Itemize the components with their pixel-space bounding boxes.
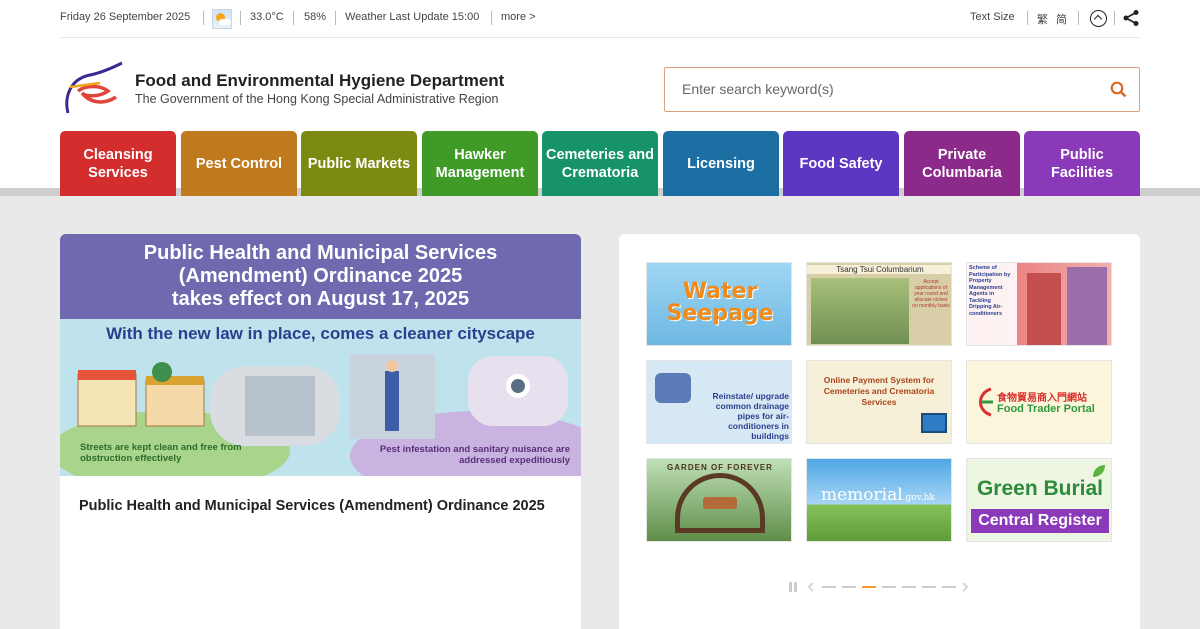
- laptop-icon: [921, 413, 947, 433]
- carousel-dot[interactable]: [822, 586, 836, 588]
- chevron-left-icon[interactable]: [807, 582, 815, 592]
- nav-private-columbaria[interactable]: Private Columbaria: [904, 131, 1020, 196]
- banner-headline-line: (Amendment) Ordinance 2025: [178, 265, 463, 287]
- tile-food-trader-en: Food Trader Portal: [997, 403, 1095, 415]
- carousel-dot[interactable]: [922, 586, 936, 588]
- tile-memorial-gov[interactable]: memorial.gov.hk: [806, 458, 952, 542]
- quick-links-card: Water Seepage Tsang Tsui Columbarium Acc…: [619, 234, 1140, 629]
- carousel-dot[interactable]: [902, 586, 916, 588]
- tile-central-register-text: Central Register: [971, 509, 1109, 533]
- search-box: [664, 67, 1140, 112]
- news-title-link[interactable]: Public Health and Municipal Services (Am…: [79, 496, 549, 517]
- tile-green-burial-register[interactable]: Green Burial Central Register: [966, 458, 1112, 542]
- tile-tsang-tsui-title: Tsang Tsui Columbarium: [807, 265, 951, 274]
- pause-icon[interactable]: [787, 582, 799, 592]
- carousel-dot[interactable]: [842, 586, 856, 588]
- nav-label: Public Markets: [307, 155, 411, 172]
- nav-public-markets[interactable]: Public Markets: [301, 131, 417, 196]
- fehd-logo-icon[interactable]: [60, 57, 130, 117]
- banner-caption-left: Streets are kept clean and free from obs…: [80, 442, 242, 464]
- back-to-top-icon[interactable]: [1090, 10, 1107, 27]
- nav-hawker-management[interactable]: Hawker Management: [422, 131, 538, 196]
- nav-public-facilities[interactable]: Public Facilities: [1024, 131, 1140, 196]
- nav-label: Licensing: [687, 155, 755, 172]
- separator: [1078, 11, 1079, 25]
- temperature: 33.0°C: [250, 11, 284, 23]
- tile-tsang-tsui-columbarium[interactable]: Tsang Tsui Columbarium Accept applicatio…: [806, 262, 952, 346]
- weather-more-link[interactable]: more >: [501, 11, 536, 23]
- carousel-dot-active[interactable]: [862, 586, 876, 588]
- carousel-controls: [787, 580, 977, 594]
- tile-food-trader-portal[interactable]: 食物貿易商入門網站 Food Trader Portal: [966, 360, 1112, 444]
- banner-headline: Public Health and Municipal Services (Am…: [60, 234, 581, 319]
- columbarium-photo: [811, 278, 909, 344]
- separator: [335, 11, 336, 25]
- tile-reinstate-drainage-pipes[interactable]: Reinstate/ upgrade common drainage pipes…: [646, 360, 792, 444]
- tile-online-payment-system[interactable]: Online Payment System for Cemeteries and…: [806, 360, 952, 444]
- tile-online-payment-text: Online Payment System for Cemeteries and…: [823, 375, 935, 407]
- share-icon[interactable]: [1122, 9, 1140, 27]
- banner-headline-line: takes effect on August 17, 2025: [171, 288, 470, 310]
- nav-label: Public Facilities: [1050, 146, 1114, 181]
- featured-banner-image[interactable]: Public Health and Municipal Services (Am…: [60, 234, 581, 476]
- building-graphic: [1027, 273, 1061, 345]
- tile-tsang-tsui-note: Accept applications of year round and al…: [912, 279, 950, 309]
- lang-simplified-chinese[interactable]: 简: [1056, 11, 1067, 27]
- tile-food-trader-cn: 食物貿易商入門網站: [997, 393, 1087, 404]
- nav-label: Cleansing Services: [83, 146, 153, 181]
- nav-label: Hawker Management: [435, 146, 525, 181]
- nav-label: Cemeteries and Crematoria: [546, 146, 654, 181]
- top-utility-bar: Friday 26 September 2025 33.0°C 58% Weat…: [0, 0, 1200, 38]
- separator: [293, 11, 294, 25]
- department-name: Food and Environmental Hygiene Departmen…: [135, 71, 505, 90]
- building-graphic: [1067, 267, 1107, 345]
- banner-caption-right: Pest infestation and sanitary nuisance a…: [379, 444, 570, 466]
- tile-participation-text: Scheme of Participation by Property Mana…: [969, 265, 1011, 317]
- carousel-dot[interactable]: [942, 586, 956, 588]
- current-date: Friday 26 September 2025: [60, 11, 191, 23]
- nav-label: Private Columbaria: [922, 146, 1002, 181]
- tile-memorial-domain: .gov.hk: [902, 493, 935, 503]
- main-navigation: Cleansing Services Pest Control Public M…: [60, 131, 1140, 196]
- featured-news-card[interactable]: Public Health and Municipal Services (Am…: [60, 234, 581, 629]
- search-icon[interactable]: [1110, 81, 1127, 98]
- carousel-dot[interactable]: [882, 586, 896, 588]
- nav-cleansing-services[interactable]: Cleansing Services: [60, 131, 176, 196]
- separator: [1114, 11, 1115, 25]
- separator: [203, 11, 204, 25]
- weather-update: Weather Last Update 15:00: [345, 11, 480, 23]
- leaf-icon: [1093, 465, 1105, 477]
- nav-label: Pest Control: [195, 155, 283, 172]
- aircon-mascot-icon: [655, 373, 691, 403]
- separator: [1027, 11, 1028, 25]
- banner-headline-line: Public Health and Municipal Services: [143, 242, 498, 264]
- nav-licensing[interactable]: Licensing: [663, 131, 779, 196]
- chevron-right-icon[interactable]: [961, 582, 969, 592]
- banner-tagline: With the new law in place, comes a clean…: [106, 324, 535, 343]
- nav-label: Food Safety: [799, 155, 883, 172]
- search-input[interactable]: [665, 68, 1085, 110]
- separator: [240, 11, 241, 25]
- nav-cemeteries-crematoria[interactable]: Cemeteries and Crematoria: [542, 131, 658, 196]
- humidity: 58%: [304, 11, 327, 23]
- tile-garden-of-remembrance[interactable]: GARDEN OF FOREVER: [646, 458, 792, 542]
- separator: [491, 11, 492, 25]
- department-subtitle: The Government of the Hong Kong Special …: [135, 92, 499, 106]
- garden-plaque-graphic: [703, 497, 737, 509]
- lang-traditional-chinese[interactable]: 繁: [1037, 11, 1048, 27]
- tile-dripping-aircon-scheme[interactable]: Scheme of Participation by Property Mana…: [966, 262, 1112, 346]
- nav-food-safety[interactable]: Food Safety: [783, 131, 899, 196]
- tile-memorial-text: memorial.gov.hk: [821, 485, 935, 505]
- tile-water-seepage-label: Water Seepage: [666, 279, 774, 326]
- tile-garden-text: GARDEN OF FOREVER: [667, 463, 773, 472]
- tile-reinstate-text: Reinstate/ upgrade common drainage pipes…: [712, 391, 789, 441]
- nav-pest-control[interactable]: Pest Control: [181, 131, 297, 196]
- weather-icon[interactable]: [212, 9, 232, 29]
- text-size-control[interactable]: Text Size: [970, 11, 1015, 23]
- tile-memorial-word: memorial: [821, 485, 903, 505]
- food-trader-logo-icon: [979, 387, 993, 417]
- tile-green-burial-text: Green Burial: [976, 477, 1104, 500]
- tile-water-seepage[interactable]: Water Seepage: [646, 262, 792, 346]
